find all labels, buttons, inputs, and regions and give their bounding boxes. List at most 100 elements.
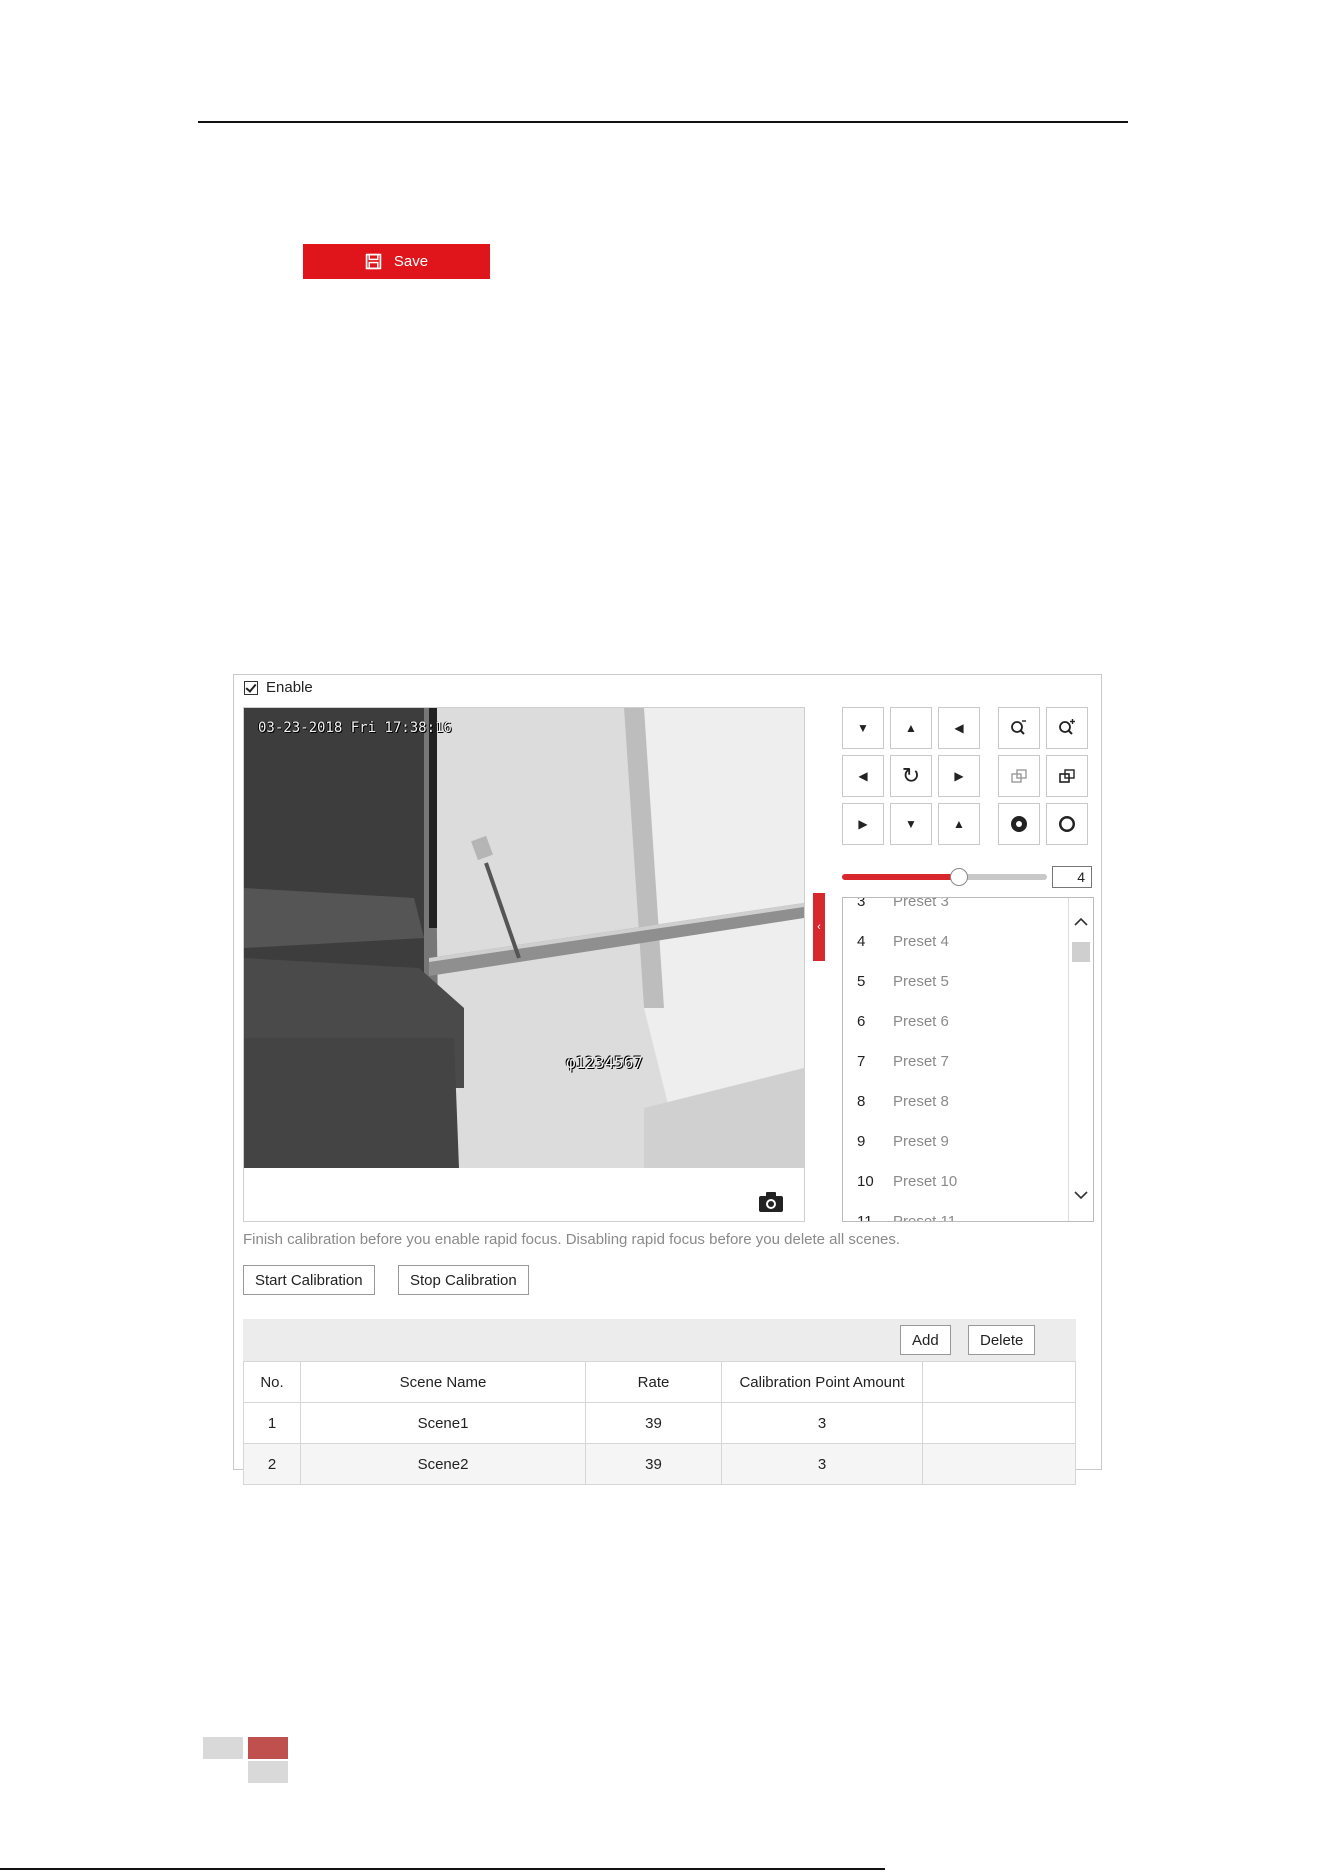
chevron-down-icon[interactable]: [1073, 1187, 1089, 1203]
camera-icon[interactable]: [758, 1191, 784, 1213]
ptz-speed-slider[interactable]: [842, 868, 1047, 886]
arrow-up-icon: ▲: [905, 721, 917, 735]
osd-camera-id: φ1234567: [566, 1053, 644, 1072]
iris-open-button[interactable]: [1046, 803, 1088, 845]
pan-right-button[interactable]: ▶: [938, 755, 980, 797]
focus-far-button[interactable]: [1046, 755, 1088, 797]
focus-near-icon: [1011, 769, 1027, 783]
preset-name: Preset 3: [893, 897, 949, 910]
scroll-thumb[interactable]: [1072, 942, 1090, 962]
auto-pan-button[interactable]: ↻: [890, 755, 932, 797]
preset-number: 4: [857, 932, 866, 950]
enable-row[interactable]: Enable: [244, 679, 313, 696]
preset-item[interactable]: 9 Preset 9: [843, 1121, 1069, 1161]
preset-items: 3 Preset 3 4 Preset 4 5 Preset 5 6 Preset 6 7 Pre…: [843, 897, 1069, 1222]
preset-name: Preset 11: [893, 1212, 957, 1222]
table-row[interactable]: 2 Scene2 39 3: [243, 1443, 1076, 1485]
iris-close-icon: [1011, 816, 1027, 832]
footer-block-grey: [203, 1737, 243, 1759]
preset-name: Preset 7: [893, 1052, 949, 1070]
cell-calibration-points: 3: [721, 1402, 923, 1444]
pan-up-left-button[interactable]: ▼: [842, 707, 884, 749]
video-scene: [244, 708, 804, 1168]
video-feed[interactable]: 03-23-2018 Fri 17:38:16 φ1234567: [244, 708, 804, 1168]
footer-block-grey-lower: [248, 1761, 288, 1783]
preset-item[interactable]: 3 Preset 3: [843, 897, 1069, 921]
pan-down-button[interactable]: ▼: [890, 803, 932, 845]
cell-no: 1: [243, 1402, 301, 1444]
pan-down-right-button[interactable]: ▲: [938, 803, 980, 845]
delete-scene-button[interactable]: Delete: [968, 1325, 1036, 1355]
pan-up-right-button[interactable]: ◀: [938, 707, 980, 749]
arrow-left-icon: ◀: [858, 769, 868, 783]
cell-rate: 39: [585, 1402, 722, 1444]
start-calibration-button[interactable]: Start Calibration: [243, 1265, 375, 1295]
footer-block-red: [248, 1737, 288, 1759]
focus-far-icon: [1059, 769, 1075, 783]
zoom-in-button[interactable]: [1046, 707, 1088, 749]
save-button[interactable]: Save: [303, 244, 490, 279]
preset-name: Preset 5: [893, 972, 949, 990]
iris-close-button[interactable]: [998, 803, 1040, 845]
preset-item[interactable]: 7 Preset 7: [843, 1041, 1069, 1081]
arrow-up-left-icon: ▼: [857, 721, 869, 735]
pan-up-button[interactable]: ▲: [890, 707, 932, 749]
ptz-speed-input[interactable]: 4: [1052, 866, 1092, 888]
ptz-speed-handle[interactable]: [950, 868, 969, 886]
preset-name: Preset 10: [893, 1172, 958, 1190]
preset-item[interactable]: 4 Preset 4: [843, 921, 1069, 961]
iris-open-icon: [1059, 816, 1075, 832]
chevron-left-icon: ‹: [817, 921, 821, 933]
scene-table: No. Scene Name Rate Calibration Point Am…: [243, 1361, 1076, 1485]
preset-item[interactable]: 8 Preset 8: [843, 1081, 1069, 1121]
preset-item[interactable]: 5 Preset 5: [843, 961, 1069, 1001]
cell-scene-name: Scene1: [300, 1402, 586, 1444]
arrow-down-right-icon: ▲: [953, 817, 965, 831]
live-view[interactable]: 03-23-2018 Fri 17:38:16 φ1234567: [243, 707, 805, 1222]
preset-name: Preset 9: [893, 1132, 949, 1150]
column-header-no: No.: [243, 1361, 301, 1403]
collapse-ptz-toggle[interactable]: ‹: [813, 893, 825, 961]
add-scene-button[interactable]: Add: [900, 1325, 951, 1355]
cell-scene-name: Scene2: [300, 1443, 586, 1485]
preset-number: 6: [857, 1012, 866, 1030]
focus-near-button[interactable]: [998, 755, 1040, 797]
preset-item[interactable]: 11 Preset 11: [843, 1201, 1069, 1222]
calibration-hint: Finish calibration before you enable rap…: [243, 1231, 901, 1248]
table-row[interactable]: 1 Scene1 39 3: [243, 1402, 1076, 1444]
preset-item[interactable]: 6 Preset 6: [843, 1001, 1069, 1041]
zoom-out-icon: [1011, 720, 1026, 735]
chevron-up-icon[interactable]: [1073, 914, 1089, 930]
enable-checkbox[interactable]: [244, 680, 258, 695]
preset-number: 8: [857, 1092, 866, 1110]
preset-number: 5: [857, 972, 866, 990]
preset-number: 9: [857, 1132, 866, 1150]
preset-number: 11: [857, 1212, 873, 1222]
arrow-up-right-icon: ◀: [954, 721, 964, 735]
table-header-row: No. Scene Name Rate Calibration Point Am…: [243, 1361, 1076, 1403]
column-header-empty: [922, 1361, 1076, 1403]
rotate-icon: ↻: [901, 763, 921, 788]
zoom-in-icon: [1059, 719, 1075, 735]
save-icon: [365, 253, 382, 270]
column-header-scene-name: Scene Name: [300, 1361, 586, 1403]
preset-name: Preset 4: [893, 932, 949, 950]
preset-scrollbar[interactable]: [1068, 898, 1093, 1221]
header-rule: [198, 121, 1128, 123]
stop-calibration-button[interactable]: Stop Calibration: [398, 1265, 529, 1295]
arrow-right-icon: ▶: [954, 769, 964, 783]
pan-left-button[interactable]: ◀: [842, 755, 884, 797]
arrow-down-left-icon: ▶: [858, 817, 868, 831]
cell-empty: [922, 1443, 1076, 1485]
preset-number: 10: [857, 1172, 874, 1190]
cell-rate: 39: [585, 1443, 722, 1485]
preset-list[interactable]: 3 Preset 3 4 Preset 4 5 Preset 5 6 Preset 6 7 Pre…: [842, 897, 1094, 1222]
zoom-out-button[interactable]: [998, 707, 1040, 749]
column-header-rate: Rate: [585, 1361, 722, 1403]
preset-name: Preset 6: [893, 1012, 949, 1030]
preset-number: 7: [857, 1052, 866, 1070]
preset-item[interactable]: 10 Preset 10: [843, 1161, 1069, 1201]
scene-table-container: Add Delete No. Scene Name Rate Calibrati…: [243, 1319, 1076, 1485]
pan-down-left-button[interactable]: ▶: [842, 803, 884, 845]
footer-rule: [0, 1868, 885, 1870]
